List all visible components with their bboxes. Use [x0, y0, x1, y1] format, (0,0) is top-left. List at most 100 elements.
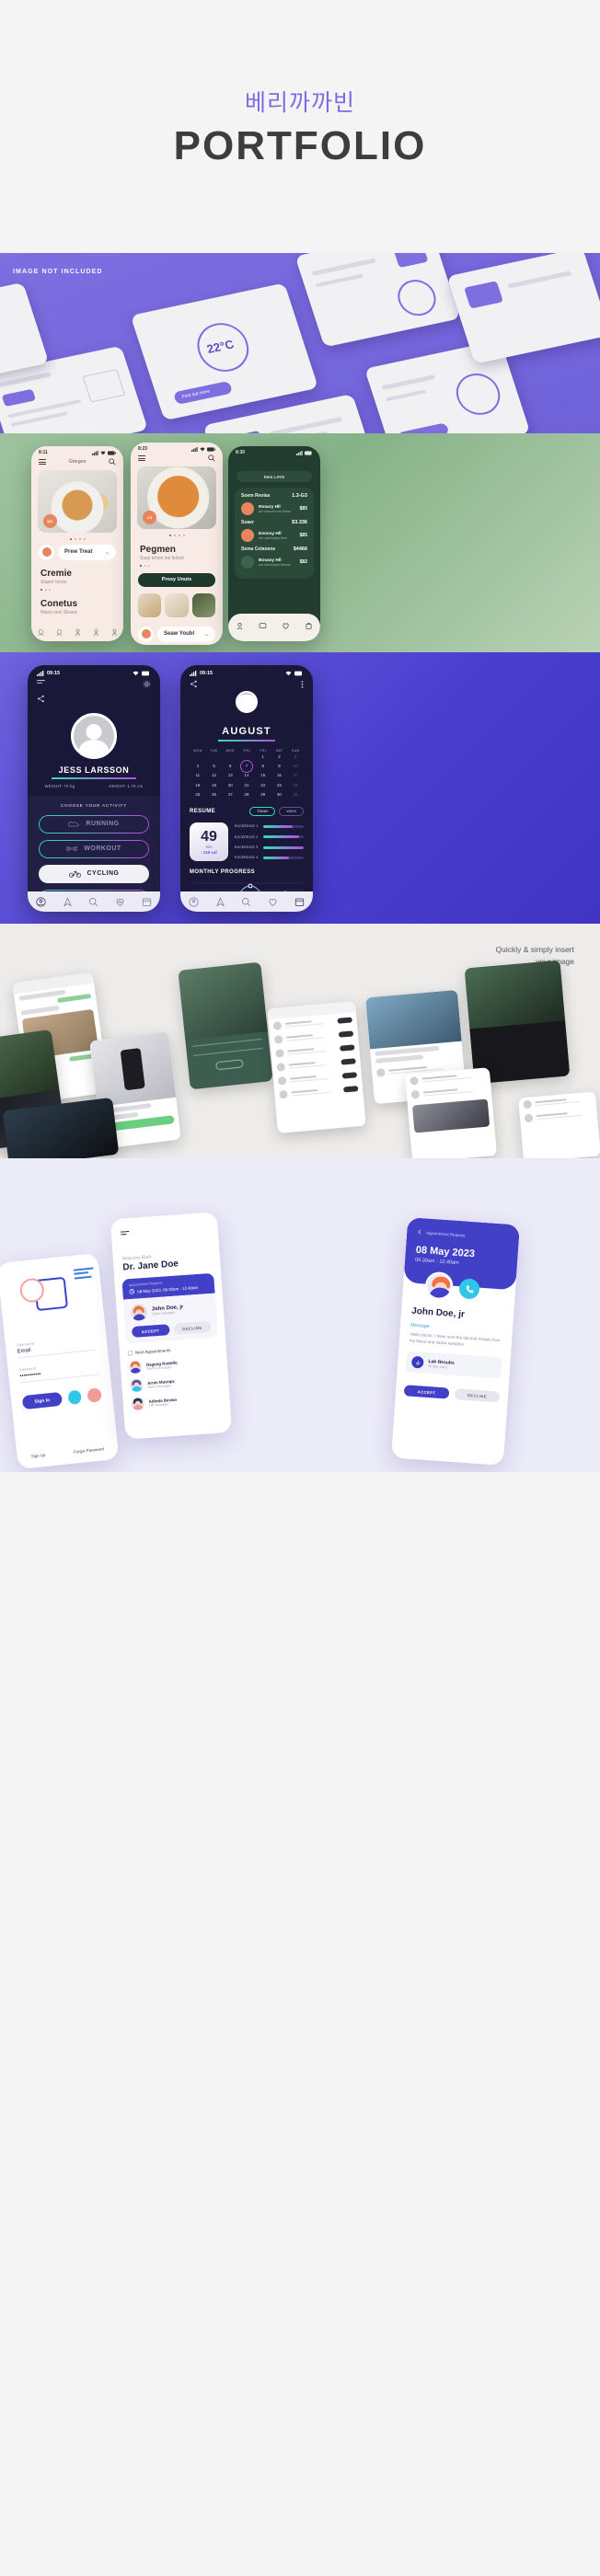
carousel-dots[interactable] — [31, 537, 123, 540]
accept-button[interactable]: ACCEPT — [131, 1324, 170, 1338]
calendar-day[interactable]: 12 — [206, 771, 223, 780]
calendar-day[interactable]: 30 — [271, 789, 288, 799]
person-icon[interactable] — [74, 628, 82, 637]
calendar-day[interactable]: 4 — [190, 762, 206, 771]
login-buttons[interactable]: Sign In — [21, 1387, 102, 1410]
calendar-day[interactable]: 8 — [255, 762, 271, 771]
share-icon[interactable] — [190, 680, 198, 688]
calendar-icon[interactable] — [142, 897, 152, 907]
heartbeat-icon[interactable] — [115, 897, 125, 907]
calendar-day[interactable]: 10 — [287, 762, 304, 771]
carousel-dots[interactable] — [131, 534, 223, 536]
gear-icon[interactable] — [143, 680, 151, 688]
food-selector-row[interactable]: Seaw Youbl ⌄ — [138, 626, 215, 642]
fitness-tab-bar[interactable] — [180, 891, 313, 912]
calendar-week[interactable]: 18 19 20 21 22 23 24 — [190, 780, 304, 789]
menu-icon[interactable] — [121, 1230, 130, 1238]
decline-button[interactable]: DECLINE — [173, 1321, 212, 1335]
calendar-day[interactable]: 16 — [271, 771, 288, 780]
calendar-day[interactable]: 21 — [238, 780, 255, 789]
profile-icon[interactable] — [36, 896, 46, 907]
login-footer[interactable]: Sign Up Forgot Password — [17, 1445, 118, 1460]
calendar-day[interactable]: 24 — [287, 780, 304, 789]
arrow-left-icon[interactable] — [417, 1229, 422, 1235]
activity-cycling[interactable]: CYCLING — [39, 864, 149, 883]
password-field[interactable]: Password ••••••••••• — [18, 1359, 99, 1384]
calendar-day[interactable]: 29 — [255, 789, 271, 799]
attachment-row[interactable]: Lab Results 05 May 2023 — [405, 1351, 502, 1379]
fitness-tab-bar[interactable] — [28, 891, 160, 912]
resume-tabs[interactable]: TODAY WEEK — [249, 807, 304, 817]
sign-in-button[interactable]: Sign In — [21, 1391, 63, 1410]
calendar-day[interactable]: 2 — [271, 753, 288, 762]
call-button[interactable] — [458, 1278, 480, 1300]
dashboard-menu[interactable] — [110, 1212, 219, 1243]
calendar-day[interactable] — [206, 753, 223, 762]
next-appointment-item[interactable]: Arnin Mutriqiz Sales Manager — [129, 1373, 221, 1393]
order-tab-bar[interactable] — [228, 614, 320, 641]
sign-up-link[interactable]: Sign Up — [31, 1453, 46, 1459]
heartbeat-icon[interactable] — [268, 897, 278, 907]
search-icon[interactable] — [241, 897, 251, 907]
calendar-day[interactable]: 17 — [287, 771, 304, 780]
selector-field[interactable]: Prew Treat ⌄ — [58, 544, 116, 560]
accept-button[interactable]: ACCEPT — [403, 1385, 450, 1399]
calendar-week[interactable]: 25 26 27 28 29 30 31 — [190, 789, 304, 799]
primary-cta-button[interactable]: Prosy Unuts — [138, 572, 215, 587]
tab-today[interactable]: TODAY — [249, 807, 276, 817]
heart-icon[interactable] — [282, 622, 290, 630]
calendar-day[interactable]: 25 — [190, 789, 206, 799]
explore-icon[interactable] — [55, 628, 63, 637]
order-item[interactable]: Rosary Hll oer sersced ors brove $85 — [241, 502, 307, 515]
calendar-day[interactable]: 15 — [255, 771, 271, 780]
share-row[interactable] — [28, 691, 160, 707]
next-appointment-item[interactable]: Adinda Bevian HR Manager — [131, 1391, 222, 1411]
share-icon[interactable] — [37, 695, 45, 703]
calendar-top-actions[interactable] — [180, 676, 313, 689]
activity-running[interactable]: RUNNING — [39, 815, 149, 834]
calendar-day-selected[interactable]: 7 — [238, 762, 255, 771]
calendar-grid[interactable]: MON TUE WED THU FRI SAT SUN 1 2 3 4 5 6 … — [190, 749, 304, 799]
home-icon[interactable] — [37, 628, 45, 637]
social-login-button[interactable] — [67, 1389, 83, 1406]
thumbnail-row[interactable] — [138, 592, 215, 617]
social-login-button[interactable] — [87, 1387, 102, 1403]
order-item[interactable]: Bosasy Hll oer sercionpry theons $82 — [241, 556, 307, 569]
calendar-week[interactable]: 4 5 6 7 8 9 10 — [190, 762, 304, 771]
appointment-request-card[interactable]: Appointment Request 08 May 2023, 09.30am… — [121, 1272, 218, 1344]
calendar-week[interactable]: 11 12 13 14 15 16 17 — [190, 771, 304, 780]
calendar-day[interactable]: 1 — [255, 753, 271, 762]
back-row[interactable]: Appointment Request — [417, 1229, 509, 1241]
person-icon[interactable] — [236, 622, 244, 630]
decline-button[interactable]: DECLINE — [454, 1388, 501, 1403]
tab-week[interactable]: WEEK — [279, 807, 304, 817]
cart-icon[interactable] — [305, 622, 313, 630]
search-icon[interactable] — [208, 454, 215, 462]
person-icon[interactable] — [110, 628, 119, 637]
food-tab-bar[interactable] — [31, 623, 123, 641]
calendar-day[interactable]: 14 — [238, 771, 255, 780]
calendar-day[interactable]: 13 — [222, 771, 238, 780]
chat-icon[interactable] — [259, 622, 267, 630]
username-field[interactable]: Username Email — [17, 1335, 97, 1359]
calendar-day[interactable]: 18 — [190, 780, 206, 789]
calendar-day[interactable]: 5 — [206, 762, 223, 771]
calendar-day[interactable]: 11 — [190, 771, 206, 780]
menu-icon[interactable] — [138, 454, 145, 463]
detail-actions[interactable]: ACCEPT DECLINE — [403, 1385, 501, 1403]
profile-top-actions[interactable] — [28, 676, 160, 688]
person-icon[interactable] — [92, 628, 100, 637]
thumbnail[interactable] — [138, 592, 162, 617]
search-icon[interactable] — [88, 897, 98, 907]
more-icon[interactable] — [301, 680, 304, 689]
selector-field[interactable]: Seaw Youbl ⌄ — [157, 626, 215, 642]
thumbnail[interactable] — [165, 592, 189, 617]
menu-icon[interactable] — [37, 680, 45, 686]
calendar-day[interactable]: 27 — [222, 789, 238, 799]
food-selector-row[interactable]: Prew Treat ⌄ — [39, 544, 116, 560]
navigation-icon[interactable] — [63, 896, 73, 907]
calendar-day[interactable] — [190, 753, 206, 762]
calendar-day[interactable] — [222, 753, 238, 762]
profile-icon[interactable] — [189, 896, 199, 907]
calendar-day[interactable]: 28 — [238, 789, 255, 799]
